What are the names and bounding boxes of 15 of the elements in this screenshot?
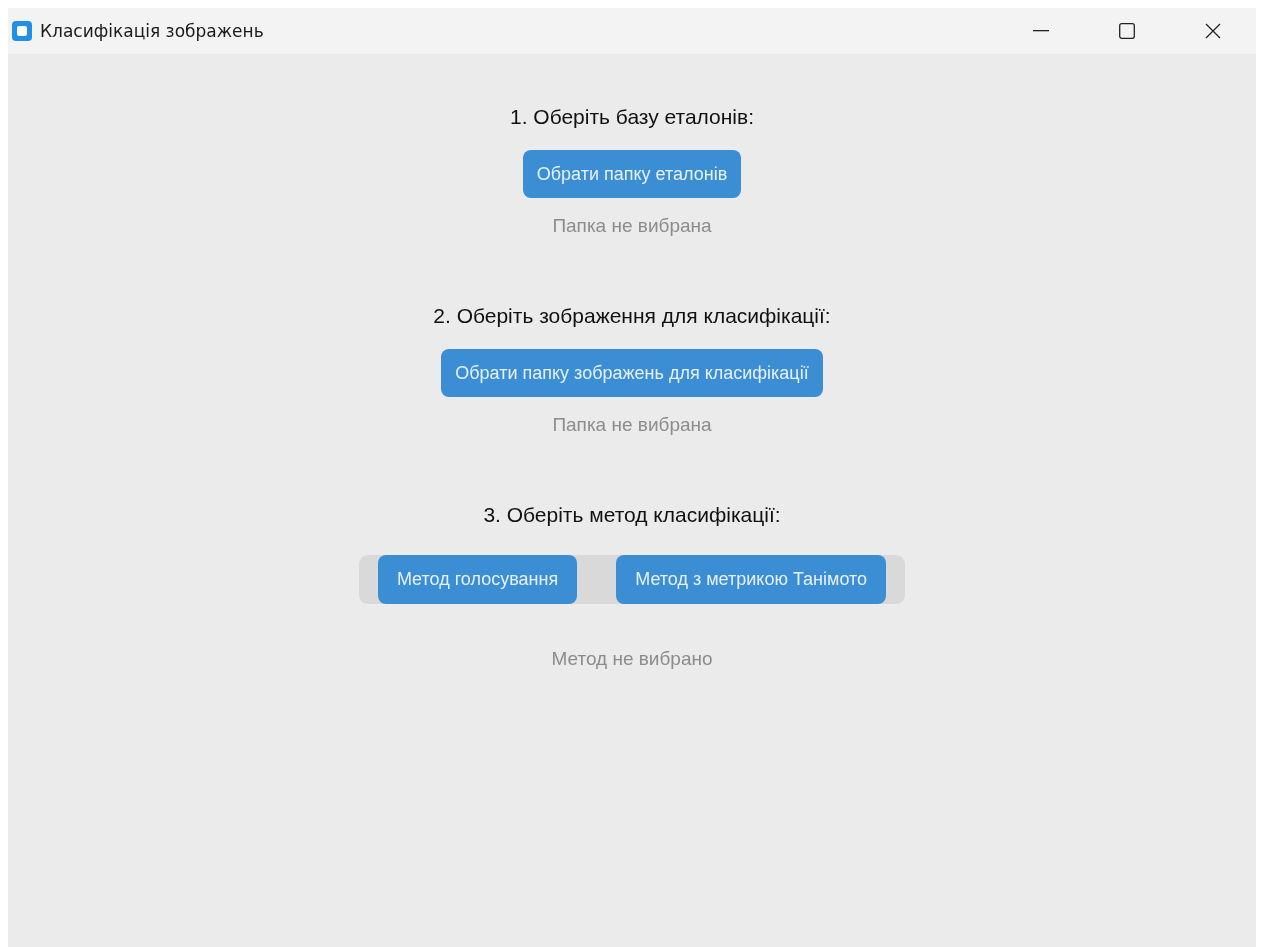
app-icon — [12, 21, 32, 41]
choose-button[interactable]: Обрати папку зображень для класифікації — [441, 349, 823, 397]
method-button[interactable]: Метод голосування — [377, 555, 578, 604]
status-text: Папка не вибрана — [552, 414, 712, 436]
status-text: Метод не вибрано — [551, 648, 713, 670]
maximize-icon[interactable] — [1119, 23, 1135, 39]
close-icon[interactable] — [1205, 23, 1221, 39]
section-heading: 1. Оберіть базу еталонів: — [509, 105, 755, 129]
status-text: Папка не вибрана — [552, 215, 712, 237]
choose-button[interactable]: Обрати папку еталонів — [522, 150, 742, 198]
section-heading: 2. Оберіть зображення для класифікації: — [433, 304, 831, 328]
section-heading: 3. Оберіть метод класифікації: — [483, 503, 781, 527]
window-title: Класифікація зображень — [40, 21, 264, 41]
minimize-icon[interactable] — [1033, 30, 1049, 32]
method-button[interactable]: Метод з метрикою Танімото — [616, 555, 887, 604]
